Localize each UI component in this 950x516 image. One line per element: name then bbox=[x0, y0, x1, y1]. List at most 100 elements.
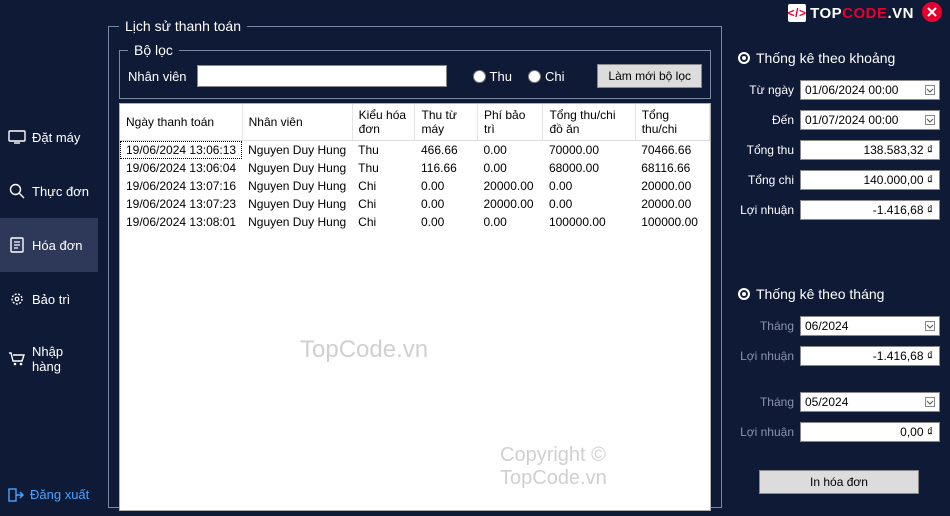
table-cell: 19/06/2024 13:06:04 bbox=[120, 159, 242, 177]
close-icon bbox=[927, 7, 937, 17]
column-header[interactable]: Tổng thu/chi đồ ăn bbox=[543, 104, 635, 141]
table-row[interactable]: 19/06/2024 13:07:23Nguyen Duy HungChi0.0… bbox=[120, 195, 710, 213]
table-cell: Nguyen Duy Hung bbox=[242, 213, 352, 231]
table-cell: 70466.66 bbox=[635, 141, 709, 160]
month1-input[interactable]: 06/2024 bbox=[800, 316, 940, 336]
table-cell: Thu bbox=[352, 141, 415, 160]
sidebar-item-label: Hóa đơn bbox=[32, 238, 82, 253]
table-cell: 466.66 bbox=[415, 141, 478, 160]
table-cell: 0.00 bbox=[543, 177, 635, 195]
sidebar: Đặt máy Thực đơn Hóa đơn Bảo trì Nhập hà… bbox=[0, 0, 98, 516]
table-row[interactable]: 19/06/2024 13:07:16Nguyen Duy HungChi0.0… bbox=[120, 177, 710, 195]
sidebar-item-thuc-don[interactable]: Thực đơn bbox=[0, 164, 98, 218]
table-cell: 0.00 bbox=[415, 195, 478, 213]
column-header[interactable]: Kiểu hóa đơn bbox=[352, 104, 415, 141]
gear-icon bbox=[8, 290, 26, 308]
brand-mark: </> bbox=[788, 4, 806, 22]
month2-input[interactable]: 05/2024 bbox=[800, 392, 940, 412]
sidebar-item-nhap-hang[interactable]: Nhập hàng bbox=[0, 326, 98, 392]
column-header[interactable]: Nhân viên bbox=[242, 104, 352, 141]
table-cell: Chi bbox=[352, 213, 415, 231]
logout-icon bbox=[8, 488, 24, 502]
calendar-dropdown-icon[interactable] bbox=[923, 395, 937, 409]
to-date-input[interactable]: 01/07/2024 00:00 bbox=[800, 110, 940, 130]
table-cell: 0.00 bbox=[478, 141, 543, 160]
table-cell: 19/06/2024 13:06:13 bbox=[120, 141, 242, 160]
stats-month-heading[interactable]: Thống kê theo tháng bbox=[738, 286, 940, 302]
filter-employee-label: Nhân viên bbox=[128, 69, 187, 84]
table-cell: Nguyen Duy Hung bbox=[242, 141, 352, 160]
table-cell: 116.66 bbox=[415, 159, 478, 177]
watermark: TopCode.vn bbox=[300, 336, 428, 364]
column-header[interactable]: Tổng thu/chi bbox=[635, 104, 709, 141]
history-table[interactable]: Ngày thanh toánNhân viênKiểu hóa đơnThu … bbox=[119, 103, 711, 511]
exp-label: Tổng chi bbox=[738, 173, 794, 187]
history-fieldset: Lịch sử thanh toán Bộ lọc Nhân viên Thu … bbox=[108, 18, 722, 508]
month2-label: Tháng bbox=[738, 395, 794, 409]
table-cell: 20000.00 bbox=[635, 195, 709, 213]
print-invoice-button[interactable]: In hóa đơn bbox=[759, 470, 919, 494]
column-header[interactable]: Ngày thanh toán bbox=[120, 104, 242, 141]
table-cell: 0.00 bbox=[415, 177, 478, 195]
table-cell: 20000.00 bbox=[478, 195, 543, 213]
brand-logo: </> TOPCODE.VN bbox=[788, 4, 914, 22]
column-header[interactable]: Phí bảo trì bbox=[478, 104, 543, 141]
sidebar-item-label: Đặt máy bbox=[32, 130, 80, 145]
from-label: Từ ngày bbox=[738, 83, 794, 97]
from-date-input[interactable]: 01/06/2024 00:00 bbox=[800, 80, 940, 100]
table-cell: 0.00 bbox=[543, 195, 635, 213]
to-label: Đến bbox=[738, 113, 794, 127]
radio-dot-icon bbox=[738, 52, 750, 64]
logout-button[interactable]: Đăng xuất bbox=[0, 473, 98, 516]
stats-range-heading[interactable]: Thống kê theo khoảng bbox=[738, 50, 940, 66]
profit-label: Lợi nhuận bbox=[738, 203, 794, 217]
filter-employee-input[interactable] bbox=[197, 65, 447, 87]
profit1-label: Lợi nhuận bbox=[738, 349, 794, 363]
rev-label: Tổng thu bbox=[738, 143, 794, 157]
sidebar-item-label: Thực đơn bbox=[32, 184, 89, 199]
table-cell: Nguyen Duy Hung bbox=[242, 159, 352, 177]
reset-filter-button[interactable]: Làm mới bộ lọc bbox=[597, 64, 702, 88]
rev-value: 138.583,32 ₫ bbox=[800, 140, 940, 160]
table-cell: 0.00 bbox=[415, 213, 478, 231]
month1-label: Tháng bbox=[738, 319, 794, 333]
sidebar-item-bao-tri[interactable]: Bảo trì bbox=[0, 272, 98, 326]
sidebar-item-label: Bảo trì bbox=[32, 292, 70, 307]
table-row[interactable]: 19/06/2024 13:08:01Nguyen Duy HungChi0.0… bbox=[120, 213, 710, 231]
table-cell: 20000.00 bbox=[478, 177, 543, 195]
main-panel: Lịch sử thanh toán Bộ lọc Nhân viên Thu … bbox=[98, 0, 732, 516]
radio-thu[interactable]: Thu bbox=[473, 69, 512, 84]
close-button[interactable] bbox=[922, 2, 942, 22]
table-cell: 0.00 bbox=[478, 213, 543, 231]
table-row[interactable]: 19/06/2024 13:06:13Nguyen Duy HungThu466… bbox=[120, 141, 710, 160]
profit1-value: -1.416,68 ₫ bbox=[800, 346, 940, 366]
table-cell: 100000.00 bbox=[635, 213, 709, 231]
column-header[interactable]: Thu từ máy bbox=[415, 104, 478, 141]
history-legend: Lịch sử thanh toán bbox=[119, 18, 247, 34]
table-cell: Thu bbox=[352, 159, 415, 177]
table-cell: Chi bbox=[352, 195, 415, 213]
profit-value: -1.416,68 ₫ bbox=[800, 200, 940, 220]
logout-label: Đăng xuất bbox=[30, 487, 89, 502]
calendar-dropdown-icon[interactable] bbox=[923, 83, 937, 97]
filter-legend: Bộ lọc bbox=[128, 42, 179, 58]
radio-dot-icon bbox=[738, 288, 750, 300]
radio-chi[interactable]: Chi bbox=[528, 69, 565, 84]
sidebar-item-hoa-don[interactable]: Hóa đơn bbox=[0, 218, 98, 272]
sidebar-item-dat-may[interactable]: Đặt máy bbox=[0, 110, 98, 164]
calendar-dropdown-icon[interactable] bbox=[923, 319, 937, 333]
profit2-value: 0,00 ₫ bbox=[800, 422, 940, 442]
table-cell: 0.00 bbox=[478, 159, 543, 177]
table-cell: 70000.00 bbox=[543, 141, 635, 160]
table-cell: 19/06/2024 13:08:01 bbox=[120, 213, 242, 231]
monitor-icon bbox=[8, 128, 26, 146]
table-cell: Chi bbox=[352, 177, 415, 195]
calendar-dropdown-icon[interactable] bbox=[923, 113, 937, 127]
table-cell: 68000.00 bbox=[543, 159, 635, 177]
profit2-label: Lợi nhuận bbox=[738, 425, 794, 439]
table-row[interactable]: 19/06/2024 13:06:04Nguyen Duy HungThu116… bbox=[120, 159, 710, 177]
table-cell: 19/06/2024 13:07:23 bbox=[120, 195, 242, 213]
sidebar-item-label: Nhập hàng bbox=[32, 344, 90, 374]
search-icon bbox=[8, 182, 26, 200]
table-cell: 20000.00 bbox=[635, 177, 709, 195]
